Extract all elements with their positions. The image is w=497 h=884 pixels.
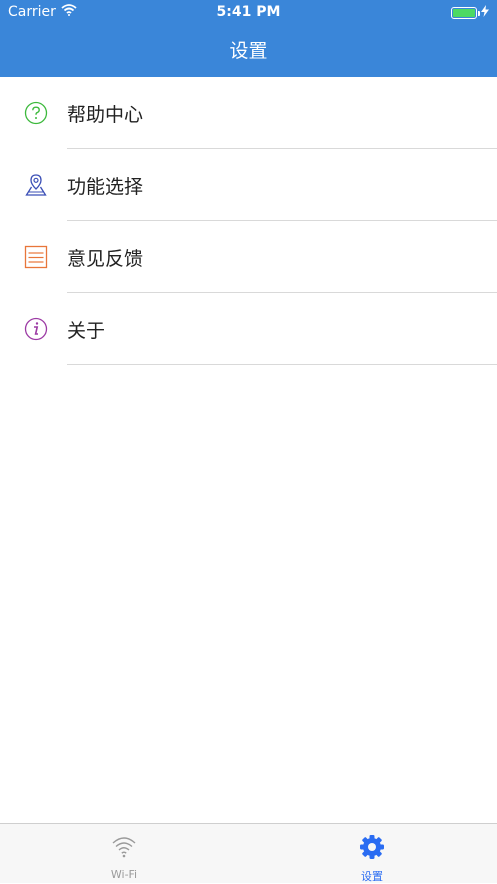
wifi-icon [111, 834, 137, 860]
tab-settings[interactable]: 设置 [248, 824, 496, 884]
tab-label: 设置 [361, 870, 383, 883]
menu-item-function-select[interactable]: 功能选择 [0, 149, 497, 221]
status-bar: Carrier 5:41 PM [0, 0, 497, 26]
settings-list: 帮助中心 功能选择 意见反馈 关于 [0, 77, 497, 365]
menu-item-label: 关于 [67, 320, 106, 342]
status-time: 5:41 PM [216, 4, 281, 20]
page-title: 设置 [229, 40, 268, 62]
location-pin-icon [24, 173, 48, 197]
menu-item-about[interactable]: 关于 [0, 293, 497, 365]
menu-item-help-center[interactable]: 帮助中心 [0, 77, 497, 149]
tab-wifi[interactable]: Wi-Fi [0, 824, 248, 884]
battery-icon [451, 7, 480, 19]
menu-item-label: 帮助中心 [67, 104, 144, 126]
info-icon [24, 317, 48, 341]
menu-item-feedback[interactable]: 意见反馈 [0, 221, 497, 293]
status-right [451, 5, 489, 21]
charging-bolt-icon [481, 5, 489, 21]
tab-bar: Wi-Fi 设置 [0, 823, 497, 883]
menu-item-label: 功能选择 [67, 176, 144, 198]
tab-label: Wi-Fi [110, 868, 138, 881]
feedback-list-icon [24, 245, 48, 269]
help-icon [24, 101, 48, 125]
menu-item-label: 意见反馈 [67, 248, 144, 270]
gear-icon [359, 834, 385, 860]
divider [67, 364, 497, 365]
top-header: Carrier 5:41 PM 设置 [0, 0, 497, 77]
